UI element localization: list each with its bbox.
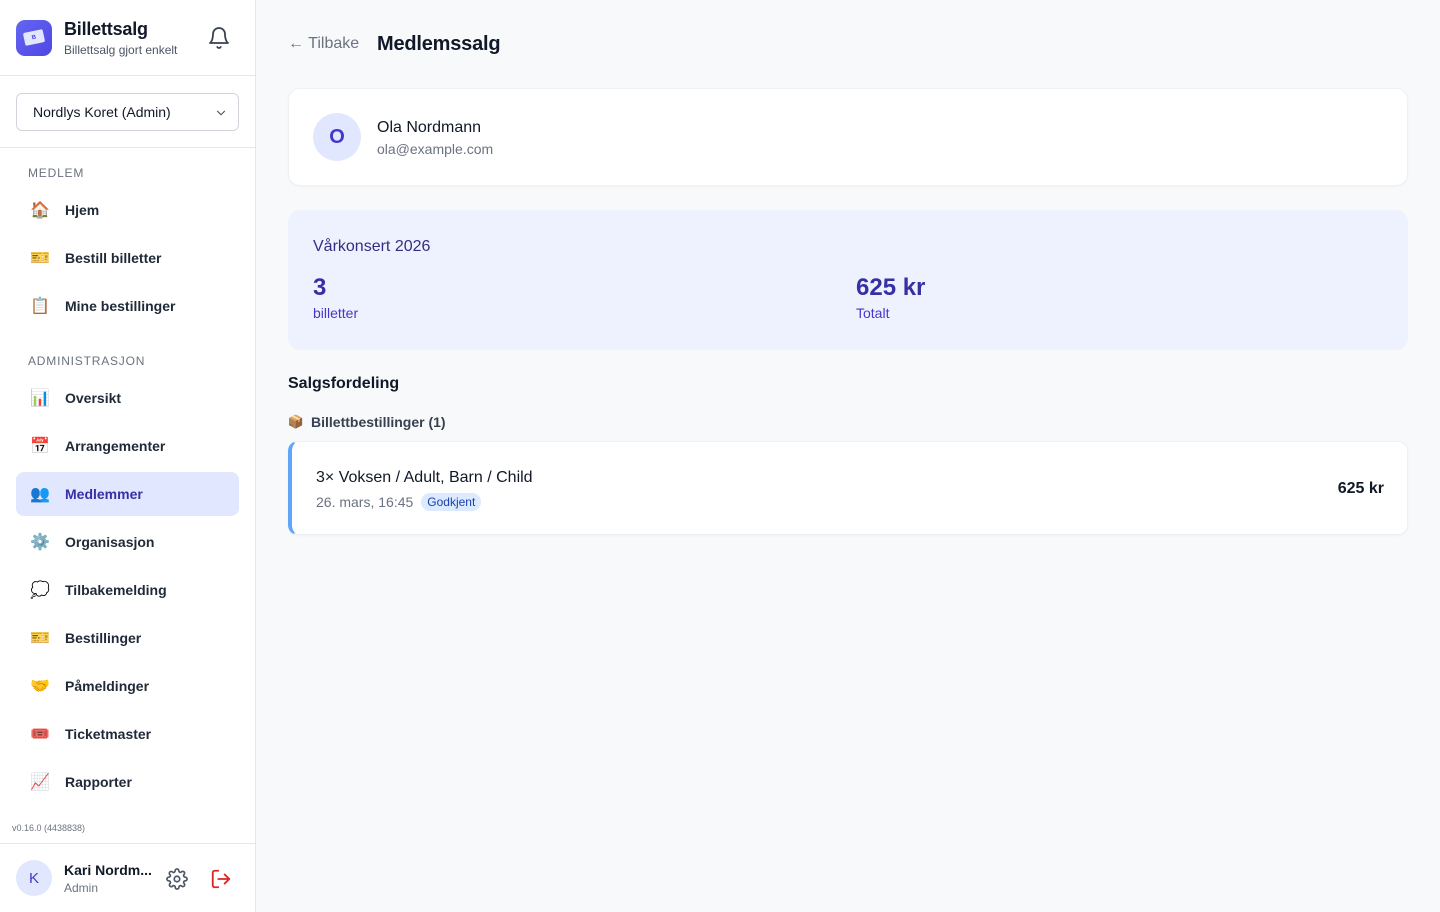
order-row[interactable]: 3× Voksen / Adult, Barn / Child 26. mars… <box>288 441 1408 535</box>
users-icon: 👥 <box>30 486 50 503</box>
total-amount: 625 kr <box>856 274 926 301</box>
sidebar-item-label: Rapporter <box>65 774 132 790</box>
sidebar-item-label: Organisasjon <box>65 534 155 550</box>
tickets-label: billetter <box>313 305 359 321</box>
calendar-icon: 📅 <box>30 438 50 455</box>
settings-gear-icon[interactable] <box>166 868 188 890</box>
ticket-icon: 🎫 <box>30 630 50 647</box>
sidebar: B Billettsalg Billettsalg gjort enkelt N… <box>0 0 256 912</box>
sidebar-item-label: Mine bestillinger <box>65 298 176 314</box>
avatar: O <box>313 113 361 161</box>
user-name: Kari Nordm... <box>64 861 152 878</box>
bell-icon[interactable] <box>207 26 231 50</box>
bar-chart-icon: 📊 <box>30 390 50 407</box>
order-title: 3× Voksen / Adult, Barn / Child <box>316 469 533 486</box>
order-amount: 625 kr <box>1337 480 1384 497</box>
logout-icon[interactable] <box>210 868 232 890</box>
organization-select[interactable]: Nordlys Koret (Admin) <box>16 93 239 131</box>
organization-select-value: Nordlys Koret (Admin) <box>33 104 171 120</box>
member-card: O Ola Nordmann ola@example.com <box>288 88 1408 186</box>
ticket-logo-icon: B <box>16 19 52 56</box>
sidebar-item-ticketmaster[interactable]: 🎟️ Ticketmaster <box>16 712 239 756</box>
package-icon: 📦 <box>287 414 305 429</box>
section-label-medlem: MEDLEM <box>28 166 85 180</box>
user-panel: K Kari Nordm... Admin <box>0 843 255 912</box>
app-subtitle: Billettsalg gjort enkelt <box>64 42 178 57</box>
sidebar-item-rapporter[interactable]: 📈 Rapporter <box>16 760 239 804</box>
gear-icon: ⚙️ <box>30 534 50 551</box>
sidebar-item-hjem[interactable]: 🏠 Hjem <box>16 188 239 232</box>
house-icon: 🏠 <box>30 202 50 219</box>
back-link[interactable]: ← Tilbake <box>288 35 359 53</box>
event-title: Vårkonsert 2026 <box>313 238 431 255</box>
sidebar-item-label: Arrangementer <box>65 438 166 454</box>
chevron-down-icon <box>216 110 226 116</box>
sidebar-item-mine-bestillinger[interactable]: 📋 Mine bestillinger <box>16 284 239 328</box>
app-version: v0.16.0 (4438838) <box>12 823 86 833</box>
sidebar-item-label: Medlemmer <box>65 486 143 502</box>
total-label: Totalt <box>856 305 890 321</box>
status-badge: Godkjent <box>421 493 482 511</box>
page-title: Medlemssalg <box>377 33 501 55</box>
sidebar-item-label: Påmeldinger <box>65 678 150 694</box>
breakdown-title: Salgsfordeling <box>288 375 400 392</box>
sidebar-item-oversikt[interactable]: 📊 Oversikt <box>16 376 239 420</box>
sidebar-item-pameldinger[interactable]: 🤝 Påmeldinger <box>16 664 239 708</box>
sidebar-item-label: Hjem <box>65 202 100 218</box>
sidebar-item-label: Bestill billetter <box>65 250 162 266</box>
sidebar-item-bestillinger[interactable]: 🎫 Bestillinger <box>16 616 239 660</box>
orders-heading-label: Billettbestillinger (1) <box>311 414 446 430</box>
sidebar-item-label: Tilbakemelding <box>65 582 167 598</box>
member-email: ola@example.com <box>377 141 494 157</box>
sidebar-item-label: Oversikt <box>65 390 122 406</box>
clipboard-icon: 📋 <box>30 298 50 315</box>
sidebar-item-label: Bestillinger <box>65 630 142 646</box>
sidebar-item-arrangementer[interactable]: 📅 Arrangementer <box>16 424 239 468</box>
brand-header: B Billettsalg Billettsalg gjort enkelt <box>0 0 255 76</box>
sidebar-item-label: Ticketmaster <box>65 726 152 742</box>
sidebar-item-organisasjon[interactable]: ⚙️ Organisasjon <box>16 520 239 564</box>
section-label-administrasjon: ADMINISTRASJON <box>28 354 146 368</box>
user-role: Admin <box>64 880 99 895</box>
sidebar-item-bestill-billetter[interactable]: 🎫 Bestill billetter <box>16 236 239 280</box>
order-date: 26. mars, 16:45 <box>316 494 414 510</box>
speech-bubble-icon: 💭 <box>30 582 50 599</box>
line-chart-icon: 📈 <box>30 774 50 791</box>
sidebar-item-tilbakemelding[interactable]: 💭 Tilbakemelding <box>16 568 239 612</box>
sidebar-item-medlemmer[interactable]: 👥 Medlemmer <box>16 472 239 516</box>
event-summary-card: Vårkonsert 2026 3 billetter 625 kr Total… <box>288 210 1408 350</box>
member-name: Ola Nordmann <box>377 119 482 136</box>
ticket-icon: 🎫 <box>30 250 50 267</box>
handshake-icon: 🤝 <box>30 678 50 695</box>
orders-heading: 📦 Billettbestillinger (1) <box>288 414 446 430</box>
order-meta: 26. mars, 16:45 Godkjent <box>316 493 482 511</box>
tickets-count: 3 <box>313 274 327 301</box>
app-title: Billettsalg <box>64 18 148 39</box>
admission-ticket-icon: 🎟️ <box>30 726 50 743</box>
main-content: ← Tilbake Medlemssalg O Ola Nordmann ola… <box>256 0 1440 912</box>
avatar[interactable]: K <box>16 860 52 896</box>
